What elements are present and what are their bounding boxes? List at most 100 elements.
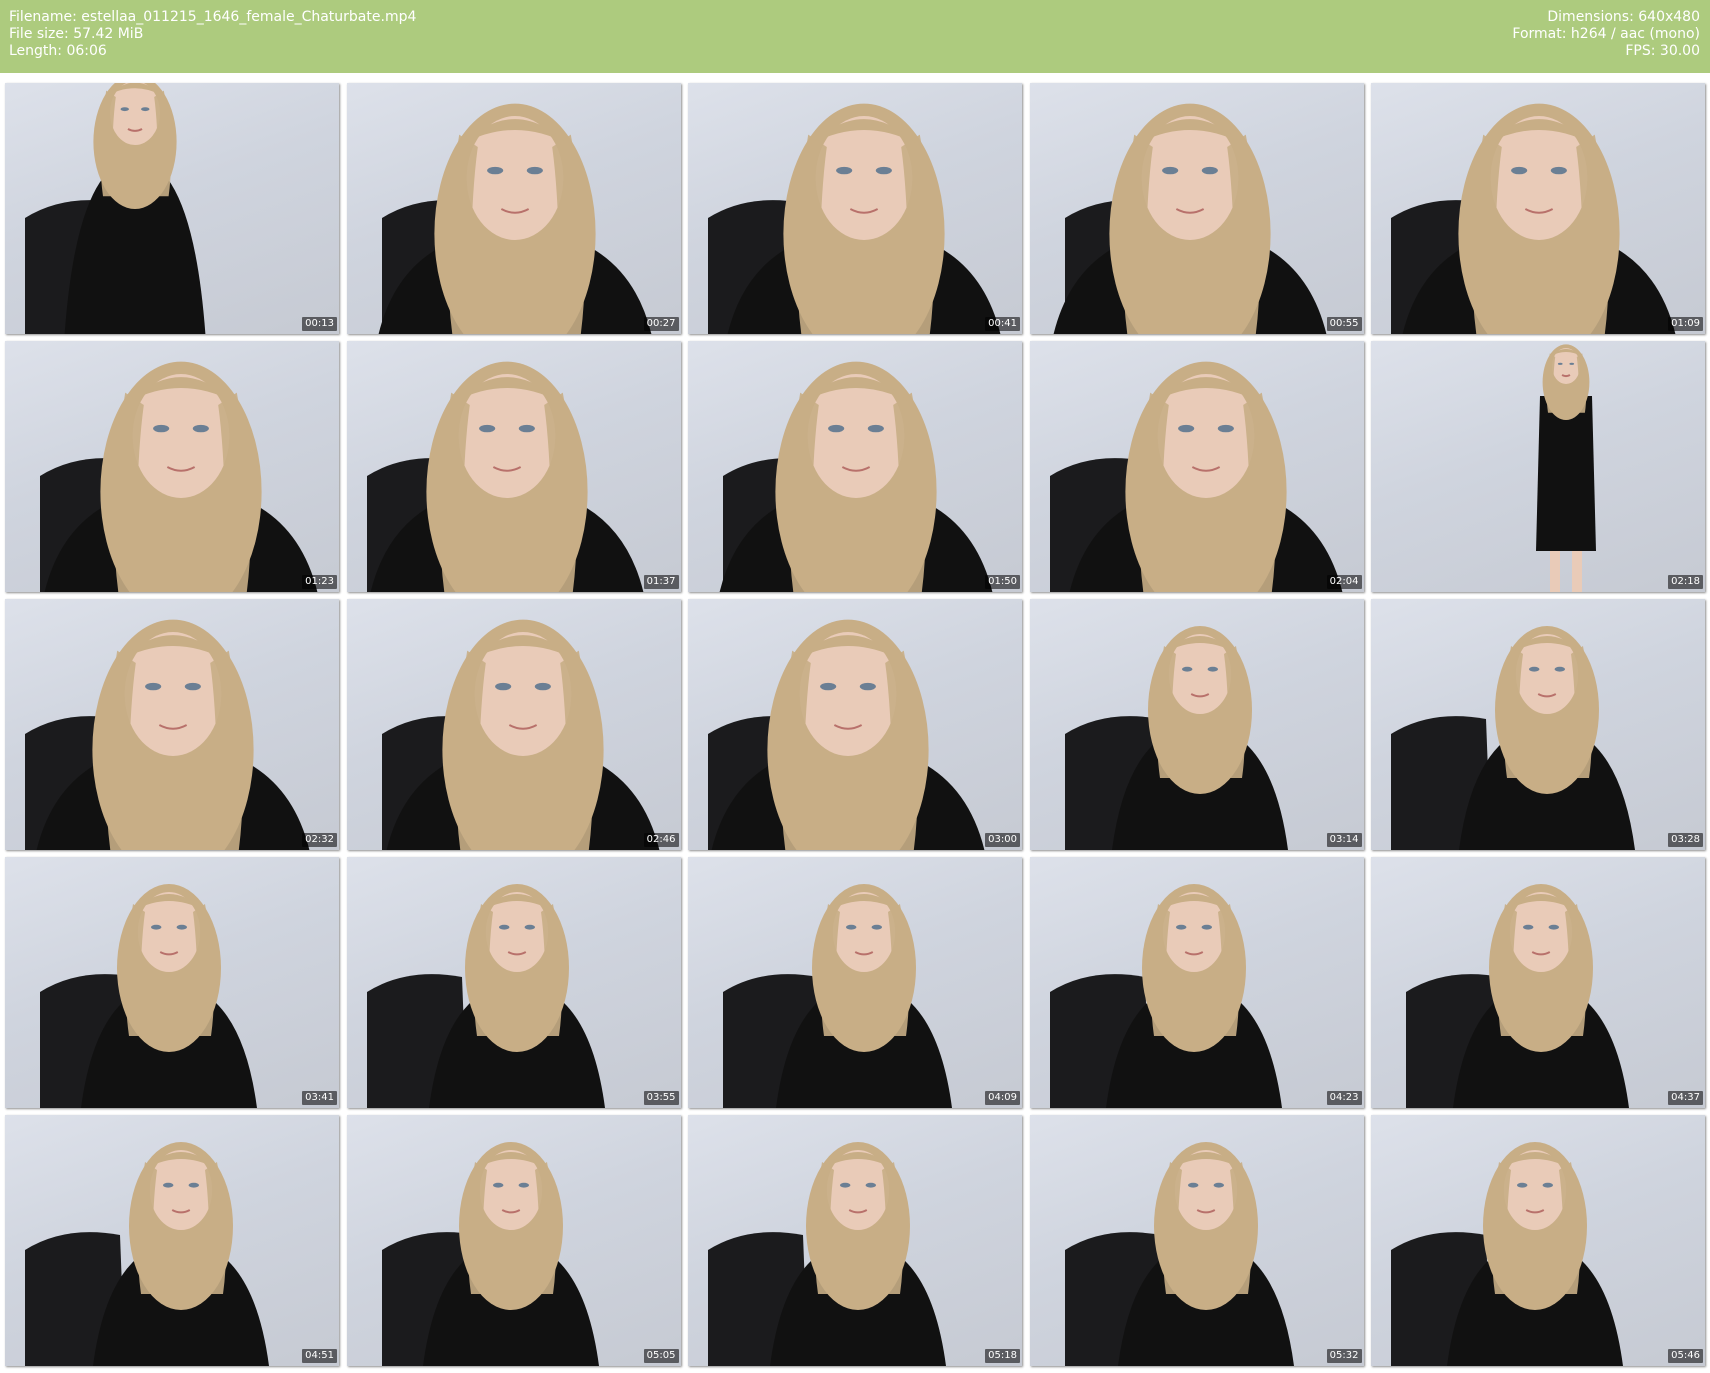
eye-shape — [145, 682, 162, 691]
timestamp-label: 02:46 — [643, 833, 679, 847]
frame-image — [25, 83, 206, 334]
mouth-shape — [1561, 374, 1571, 378]
eye-shape — [141, 107, 150, 112]
eye-shape — [492, 1182, 503, 1188]
leg-shape — [1550, 551, 1560, 592]
eye-shape — [176, 924, 187, 930]
frame-image — [1049, 361, 1342, 592]
eye-shape — [1554, 666, 1565, 672]
eye-shape — [1548, 924, 1559, 930]
thumbnail-frame[interactable]: 02:18 — [1371, 341, 1705, 592]
thumbnail-frame[interactable]: 00:27 — [346, 83, 681, 334]
thumbnail-frame[interactable]: 03:28 — [1371, 599, 1705, 850]
eye-shape — [1207, 666, 1218, 672]
timestamp-label: 03:41 — [302, 1091, 337, 1105]
leg-shape — [1572, 551, 1582, 592]
thumbnail-frame[interactable]: 04:09 — [688, 857, 1022, 1108]
eye-shape — [120, 107, 129, 112]
frame-image — [723, 884, 952, 1108]
frame-image — [1391, 1142, 1623, 1366]
timestamp-label: 04:23 — [1326, 1091, 1362, 1105]
thumbnail-frame[interactable]: 00:55 — [1029, 83, 1364, 334]
eye-shape — [494, 682, 511, 691]
eye-shape — [151, 924, 162, 930]
thumbnail-frame[interactable]: 05:05 — [346, 1115, 681, 1366]
eye-shape — [828, 424, 845, 433]
thumbnail-frame[interactable]: 05:32 — [1029, 1115, 1364, 1366]
eye-shape — [192, 424, 209, 433]
thumbnail-frame[interactable]: 05:46 — [1371, 1115, 1705, 1366]
frame-image — [366, 361, 643, 592]
frame-image — [1064, 626, 1288, 850]
eye-shape — [526, 166, 543, 175]
eye-shape — [867, 424, 884, 433]
format-text: Format: h264 / aac (mono) — [1512, 26, 1700, 42]
timestamp-label: 01:50 — [985, 575, 1020, 589]
eye-shape — [1517, 1182, 1528, 1188]
frame-image — [381, 1142, 599, 1366]
length-text: Length: 06:06 — [9, 43, 107, 59]
timestamp-label: 02:32 — [302, 833, 337, 847]
frame-image — [708, 1142, 946, 1366]
thumbnail-frame[interactable]: 02:32 — [5, 599, 339, 850]
timestamp-label: 03:55 — [643, 1091, 679, 1105]
dimensions-text: Dimensions: 640x480 — [1547, 9, 1700, 25]
eye-shape — [524, 924, 535, 930]
thumbnail-frame[interactable]: 01:09 — [1371, 83, 1705, 334]
timestamp-label: 01:23 — [302, 575, 337, 589]
thumbnail-grid: 00:13 00:27 00:41 00:55 01:09 01:23 01:37 01:50… — [5, 83, 1705, 1366]
timestamp-label: 04:51 — [302, 1349, 337, 1363]
eye-shape — [1181, 666, 1192, 672]
eye-shape — [1187, 1182, 1198, 1188]
thumbnail-frame[interactable]: 00:41 — [688, 83, 1022, 334]
info-left: Filename: estellaa_011215_1646_female_Ch… — [9, 9, 416, 60]
timestamp-label: 00:13 — [302, 317, 337, 331]
eye-shape — [1557, 362, 1563, 365]
timestamp-label: 00:55 — [1326, 317, 1362, 331]
frame-image — [366, 884, 605, 1108]
thumbnail-frame[interactable]: 03:41 — [5, 857, 339, 1108]
frame-image — [708, 619, 985, 850]
timestamp-label: 00:27 — [643, 317, 679, 331]
timestamp-label: 05:46 — [1668, 1349, 1703, 1363]
timestamp-label: 03:28 — [1668, 833, 1703, 847]
eye-shape — [846, 924, 857, 930]
thumbnail-frame[interactable]: 00:13 — [5, 83, 339, 334]
eye-shape — [486, 166, 503, 175]
thumbnail-frame[interactable]: 03:55 — [346, 857, 681, 1108]
thumbnail-frame[interactable]: 04:51 — [5, 1115, 339, 1366]
thumbnail-frame[interactable]: 02:04 — [1029, 341, 1364, 592]
frame-image — [708, 103, 1001, 334]
thumbnail-frame[interactable]: 01:50 — [688, 341, 1022, 592]
timestamp-label: 05:18 — [985, 1349, 1020, 1363]
frame-image — [719, 361, 993, 592]
eye-shape — [1542, 1182, 1553, 1188]
timestamp-label: 03:00 — [985, 833, 1020, 847]
timestamp-label: 04:37 — [1668, 1091, 1703, 1105]
timestamp-label: 04:09 — [985, 1091, 1020, 1105]
eye-shape — [1529, 666, 1540, 672]
thumbnail-frame[interactable]: 04:37 — [1371, 857, 1705, 1108]
thumbnail-frame[interactable]: 03:00 — [688, 599, 1022, 850]
frame-image — [1064, 1142, 1294, 1366]
eye-shape — [871, 924, 882, 930]
eye-shape — [865, 1182, 876, 1188]
info-header: Filename: estellaa_011215_1646_female_Ch… — [0, 0, 1710, 73]
thumbnail-frame[interactable]: 01:23 — [5, 341, 339, 592]
eye-shape — [836, 166, 853, 175]
eye-shape — [184, 682, 201, 691]
thumbnail-frame[interactable]: 01:37 — [346, 341, 681, 592]
frame-image — [1049, 884, 1282, 1108]
thumbnail-frame[interactable]: 04:23 — [1029, 857, 1364, 1108]
frame-image — [381, 619, 659, 850]
frame-image — [1391, 626, 1635, 850]
eye-shape — [1550, 166, 1567, 175]
thumbnail-frame[interactable]: 02:46 — [346, 599, 681, 850]
eye-shape — [875, 166, 892, 175]
thumbnail-frame[interactable]: 05:18 — [688, 1115, 1022, 1366]
eye-shape — [1523, 924, 1534, 930]
timestamp-label: 02:04 — [1326, 575, 1362, 589]
frame-image — [1053, 103, 1326, 334]
eye-shape — [1569, 362, 1575, 365]
thumbnail-frame[interactable]: 03:14 — [1029, 599, 1364, 850]
